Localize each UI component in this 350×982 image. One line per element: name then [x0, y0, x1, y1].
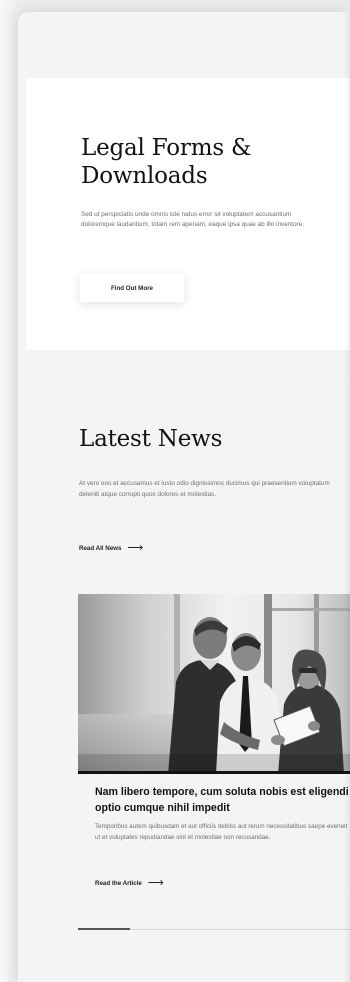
read-the-article-label: Read the Article	[95, 879, 142, 887]
arrow-right-icon: ⟶	[127, 542, 144, 554]
legal-forms-description: Sed ut perspiciatis unde omnis iste natu…	[81, 211, 305, 228]
article-excerpt: Temporibus autem quibusdam et aut offici…	[95, 823, 348, 841]
arrow-right-icon: ⟶	[147, 877, 164, 889]
find-out-more-button[interactable]: Find Out More	[80, 274, 184, 302]
carousel-progress-thumb[interactable]	[78, 928, 130, 930]
business-people-photo	[78, 594, 350, 774]
read-all-news-link[interactable]: Read All News ⟶	[79, 542, 144, 554]
latest-news-title: Latest News	[79, 426, 223, 452]
article-photo[interactable]	[78, 594, 350, 774]
article-image-accent-bar	[78, 771, 350, 774]
read-the-article-link[interactable]: Read the Article ⟶	[95, 877, 164, 889]
legal-forms-section: Legal Forms & Downloads Sed ut perspicia…	[26, 78, 350, 350]
latest-news-description: At vero eos et accusamus et iusto odio d…	[79, 480, 330, 498]
read-all-news-label: Read All News	[79, 544, 122, 552]
article-title[interactable]: Nam libero tempore, cum soluta nobis est…	[95, 785, 350, 816]
page-card: Legal Forms & Downloads Sed ut perspicia…	[18, 12, 350, 982]
legal-forms-title: Legal Forms & Downloads	[81, 135, 252, 189]
